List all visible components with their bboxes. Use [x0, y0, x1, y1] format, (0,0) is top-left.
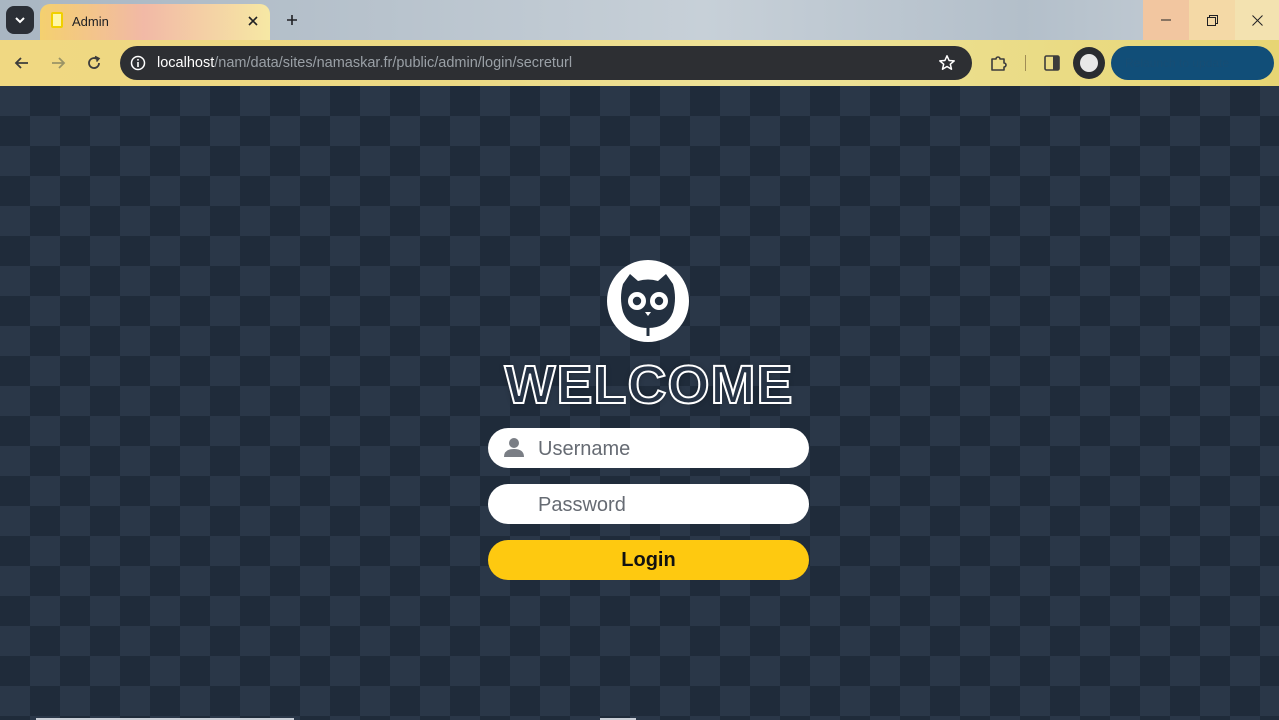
extensions-button[interactable] — [989, 53, 1009, 73]
login-button[interactable]: Login — [488, 540, 809, 580]
url-text: localhost/nam/data/sites/namaskar.fr/pub… — [157, 55, 572, 71]
username-input[interactable] — [536, 428, 800, 470]
plus-icon — [287, 15, 297, 25]
tab-title: Admin — [72, 14, 109, 29]
new-tab-button[interactable] — [280, 8, 304, 32]
update-button-label: Relaunch to update — [1125, 56, 1230, 70]
browser-toolbar: localhost/nam/data/sites/namaskar.fr/pub… — [0, 40, 1279, 86]
reload-button[interactable] — [80, 49, 108, 77]
update-button[interactable]: Relaunch to update — [1111, 46, 1274, 80]
puzzle-icon — [991, 56, 1007, 71]
url-host: localhost — [157, 55, 215, 71]
owl-logo — [607, 260, 689, 342]
restore-icon — [1206, 14, 1218, 26]
info-icon[interactable] — [130, 55, 146, 71]
tab-admin[interactable]: Admin — [40, 4, 270, 40]
close-icon — [1251, 14, 1263, 26]
star-icon[interactable] — [938, 54, 956, 72]
forward-button[interactable] — [44, 49, 72, 77]
restore-button[interactable] — [1189, 0, 1235, 40]
password-field[interactable] — [488, 484, 809, 526]
reload-icon — [88, 55, 101, 69]
owl-icon — [621, 274, 675, 336]
arrow-left-icon — [14, 57, 28, 69]
favicon-icon — [51, 12, 63, 28]
close-icon — [248, 16, 258, 26]
username-field[interactable] — [488, 428, 809, 470]
minimize-button[interactable] — [1143, 0, 1189, 40]
tab-search-button[interactable] — [6, 6, 34, 34]
toolbar-divider — [1025, 55, 1026, 71]
arrow-right-icon — [52, 57, 66, 69]
chevron-down-icon — [15, 17, 25, 24]
side-panel-icon — [1044, 55, 1060, 71]
side-panel-button[interactable] — [1042, 53, 1062, 73]
tab-close-button[interactable] — [242, 10, 264, 32]
address-bar[interactable]: localhost/nam/data/sites/namaskar.fr/pub… — [120, 46, 972, 80]
welcome-heading: WELCOME — [504, 354, 794, 416]
minimize-icon — [1161, 19, 1171, 21]
page-viewport: WELCOME Login — [0, 86, 1279, 720]
url-path: /nam/data/sites/namaskar.fr/public/admin… — [214, 55, 573, 71]
profile-avatar[interactable] — [1073, 47, 1105, 79]
window-close-button[interactable] — [1235, 0, 1279, 40]
avatar-icon — [1080, 54, 1098, 72]
tab-strip: Admin — [0, 0, 1279, 40]
user-icon — [504, 438, 524, 457]
password-input[interactable] — [536, 484, 800, 526]
back-button[interactable] — [8, 49, 36, 77]
